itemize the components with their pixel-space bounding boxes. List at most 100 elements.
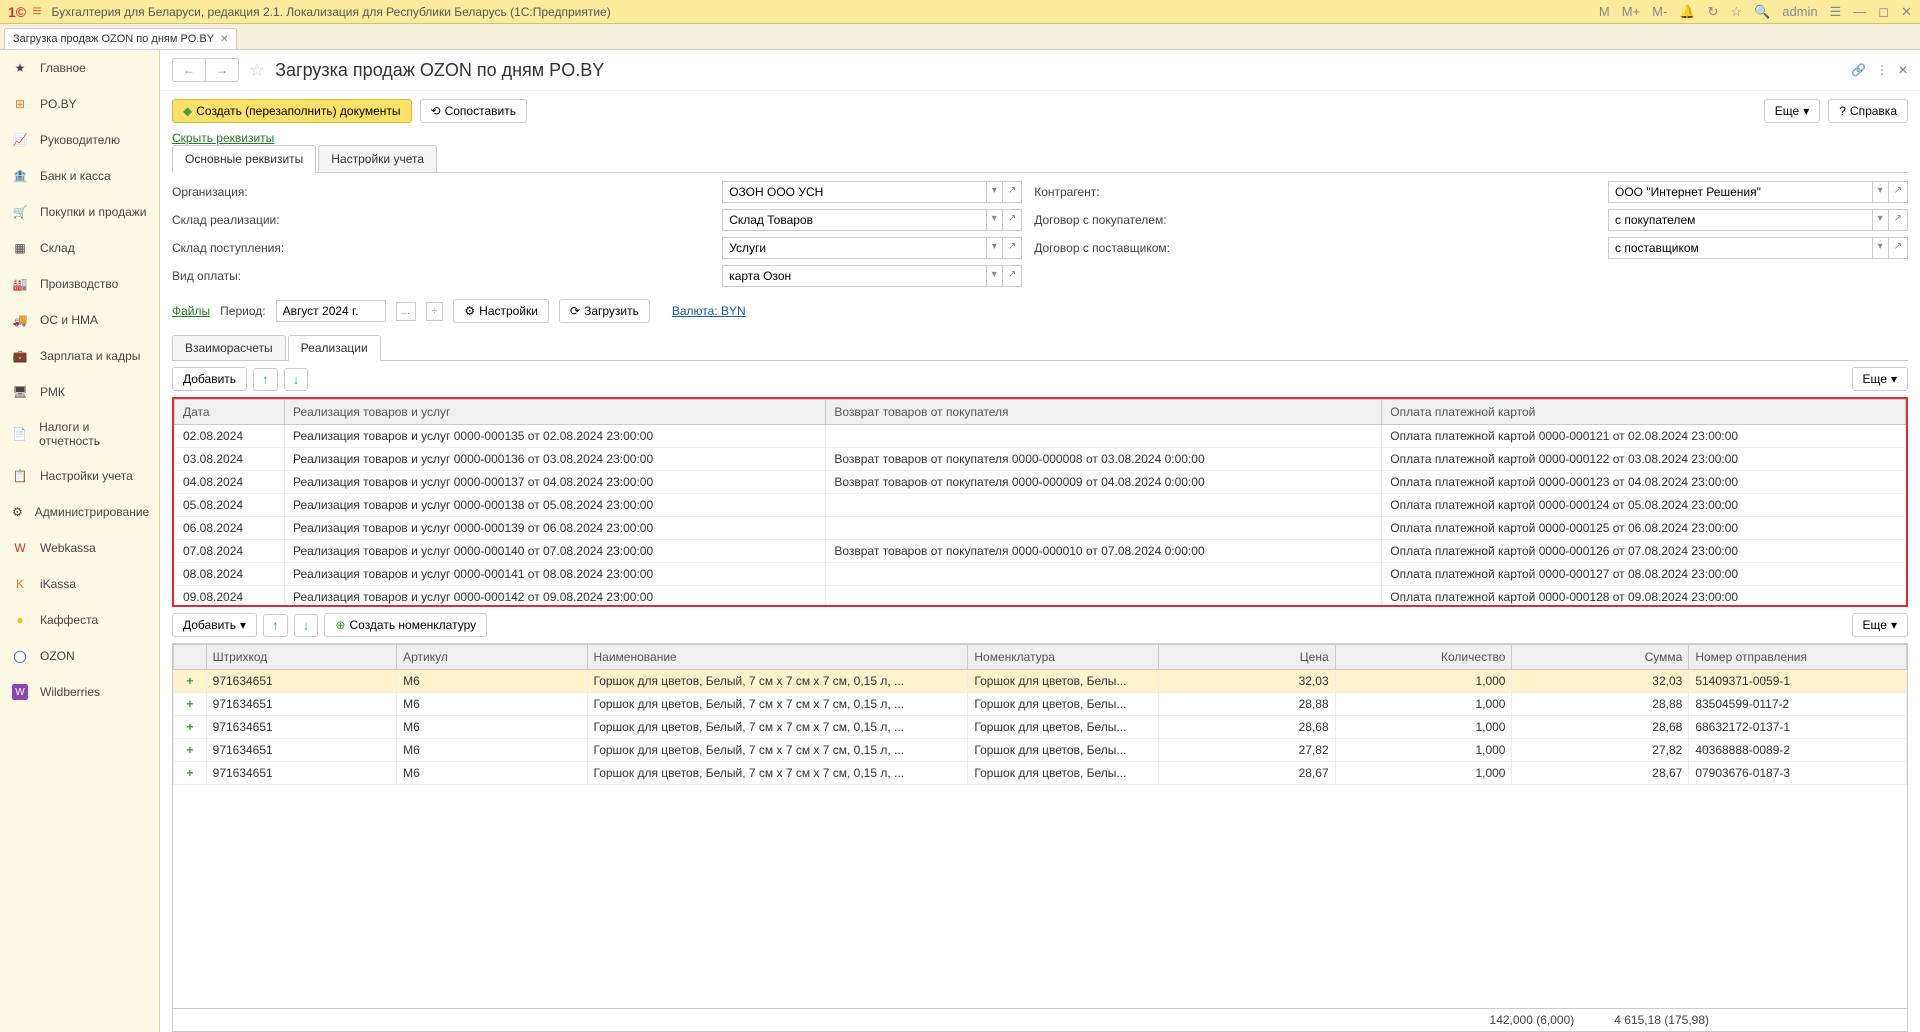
tab-main-details[interactable]: Основные реквизиты xyxy=(172,145,316,173)
sidebar-item-manager[interactable]: 📈Руководителю xyxy=(0,122,159,158)
dropdown-icon[interactable]: ▾ xyxy=(987,209,1003,231)
table-row[interactable]: 06.08.2024Реализация товаров и услуг 000… xyxy=(175,517,1906,540)
menu-icon[interactable]: ≡ xyxy=(32,3,41,21)
kebab-icon[interactable]: ⋮ xyxy=(1876,63,1888,77)
table-row[interactable]: +971634651M6Горшок для цветов, Белый, 7 … xyxy=(174,762,1907,785)
load-button[interactable]: ⟳ Загрузить xyxy=(559,299,650,323)
col-barcode[interactable]: Штрихкод xyxy=(206,645,396,670)
sidebar-item-bank[interactable]: 🏦Банк и касса xyxy=(0,158,159,194)
create-nomenclature-button[interactable]: ⊕ Создать номенклатуру xyxy=(324,613,487,637)
col-price[interactable]: Цена xyxy=(1158,645,1335,670)
period-picker-icon[interactable]: ... xyxy=(396,302,416,321)
close-page-icon[interactable]: ✕ xyxy=(1898,63,1908,77)
hide-details-link[interactable]: Скрыть реквизиты xyxy=(160,131,1920,145)
sklad-real-input[interactable] xyxy=(722,209,987,231)
sidebar-item-settings[interactable]: 📋Настройки учета xyxy=(0,458,159,494)
sidebar-item-ikassa[interactable]: KiKassa xyxy=(0,566,159,602)
sklad-post-input[interactable] xyxy=(722,237,987,259)
period-stepper-icon[interactable]: ÷ xyxy=(426,302,444,321)
table-row[interactable]: 04.08.2024Реализация товаров и услуг 000… xyxy=(175,471,1906,494)
dropdown-icon[interactable]: ▾ xyxy=(987,181,1003,203)
table-row[interactable]: 05.08.2024Реализация товаров и услуг 000… xyxy=(175,494,1906,517)
mem-mminus[interactable]: M- xyxy=(1652,4,1667,19)
col-real[interactable]: Реализация товаров и услуг xyxy=(285,400,826,425)
open-icon[interactable]: ↗ xyxy=(1003,265,1022,287)
open-icon[interactable]: ↗ xyxy=(1889,209,1908,231)
add-row-button[interactable]: Добавить xyxy=(172,367,247,391)
counter-input[interactable] xyxy=(1608,181,1873,203)
expand-icon[interactable]: + xyxy=(174,693,207,716)
settings-icon[interactable]: ☰ xyxy=(1830,4,1842,20)
col-nom[interactable]: Номенклатура xyxy=(968,645,1158,670)
table-row[interactable]: +971634651M6Горшок для цветов, Белый, 7 … xyxy=(174,716,1907,739)
sidebar-item-poby[interactable]: ⊞PO.BY xyxy=(0,86,159,122)
expand-icon[interactable]: + xyxy=(174,716,207,739)
nav-forward-icon[interactable]: → xyxy=(206,59,238,81)
expand-icon[interactable]: + xyxy=(174,739,207,762)
sidebar-item-os[interactable]: 🚚ОС и НМА xyxy=(0,302,159,338)
currency-link[interactable]: Валюта: BYN xyxy=(660,304,758,318)
col-pay[interactable]: Оплата платежной картой xyxy=(1382,400,1906,425)
search-icon[interactable]: 🔍 xyxy=(1754,4,1770,20)
tab-settlements[interactable]: Взаиморасчеты xyxy=(172,335,286,360)
sidebar-item-rmk[interactable]: 🖥РМК xyxy=(0,374,159,410)
more-button[interactable]: Еще ▾ xyxy=(1764,99,1820,123)
move-up-icon[interactable]: ↑ xyxy=(253,368,278,391)
move-down-icon[interactable]: ↓ xyxy=(294,614,319,637)
col-art[interactable]: Артикул xyxy=(397,645,587,670)
favorite-icon[interactable]: ☆ xyxy=(249,60,265,81)
tab-account-settings[interactable]: Настройки учета xyxy=(318,145,437,172)
mem-mplus[interactable]: M+ xyxy=(1622,4,1640,19)
move-up-icon[interactable]: ↑ xyxy=(263,614,288,637)
settings-button[interactable]: ⚙ Настройки xyxy=(453,299,549,323)
open-icon[interactable]: ↗ xyxy=(1889,237,1908,259)
mem-m[interactable]: M xyxy=(1599,4,1610,19)
open-icon[interactable]: ↗ xyxy=(1003,209,1022,231)
sidebar-item-webkassa[interactable]: WWebkassa xyxy=(0,530,159,566)
sidebar-item-wb[interactable]: WWildberries xyxy=(0,674,159,710)
pay-input[interactable] xyxy=(722,265,987,287)
dog-buyer-input[interactable] xyxy=(1608,209,1873,231)
more-button[interactable]: Еще ▾ xyxy=(1852,613,1908,637)
move-down-icon[interactable]: ↓ xyxy=(284,368,309,391)
col-ship[interactable]: Номер отправления xyxy=(1689,645,1907,670)
dropdown-icon[interactable]: ▾ xyxy=(987,265,1003,287)
table-row[interactable]: 08.08.2024Реализация товаров и услуг 000… xyxy=(175,563,1906,586)
table-row[interactable]: 03.08.2024Реализация товаров и услуг 000… xyxy=(175,448,1906,471)
tab-ozon-load[interactable]: Загрузка продаж OZON по дням PO.BY ✕ xyxy=(4,28,237,49)
table-row[interactable]: +971634651M6Горшок для цветов, Белый, 7 … xyxy=(174,670,1907,693)
expand-icon[interactable]: + xyxy=(174,762,207,785)
open-icon[interactable]: ↗ xyxy=(1003,237,1022,259)
col-qty[interactable]: Количество xyxy=(1335,645,1512,670)
dog-supplier-input[interactable] xyxy=(1608,237,1873,259)
more-button[interactable]: Еще ▾ xyxy=(1852,367,1908,391)
compare-button[interactable]: ⟲Сопоставить xyxy=(420,99,527,123)
close-icon[interactable]: ✕ xyxy=(1901,4,1912,20)
col-sum[interactable]: Сумма xyxy=(1512,645,1689,670)
sidebar-item-sales[interactable]: 🛒Покупки и продажи xyxy=(0,194,159,230)
history-icon[interactable]: ↻ xyxy=(1707,4,1718,20)
maximize-icon[interactable]: ◻ xyxy=(1878,4,1889,20)
bell-icon[interactable]: 🔔 xyxy=(1679,4,1695,20)
dropdown-icon[interactable]: ▾ xyxy=(1873,209,1889,231)
sidebar-item-admin[interactable]: ⚙Администрирование xyxy=(0,494,159,530)
table-row[interactable]: 07.08.2024Реализация товаров и услуг 000… xyxy=(175,540,1906,563)
star-icon[interactable]: ☆ xyxy=(1730,4,1742,20)
sidebar-item-salary[interactable]: 💼Зарплата и кадры xyxy=(0,338,159,374)
add-row-button[interactable]: Добавить ▾ xyxy=(172,613,257,637)
sidebar-item-warehouse[interactable]: ▦Склад xyxy=(0,230,159,266)
col-ret[interactable]: Возврат товаров от покупателя xyxy=(826,400,1382,425)
help-button[interactable]: ? Справка xyxy=(1828,99,1908,123)
period-input[interactable] xyxy=(276,300,386,322)
tab-close-icon[interactable]: ✕ xyxy=(220,34,228,45)
open-icon[interactable]: ↗ xyxy=(1889,181,1908,203)
open-icon[interactable]: ↗ xyxy=(1003,181,1022,203)
sidebar-item-main[interactable]: ★Главное xyxy=(0,50,159,86)
table-row[interactable]: +971634651M6Горшок для цветов, Белый, 7 … xyxy=(174,693,1907,716)
tab-realizations[interactable]: Реализации xyxy=(288,335,381,361)
sidebar-item-ozon[interactable]: ◯OZON xyxy=(0,638,159,674)
files-link[interactable]: Файлы xyxy=(172,304,210,318)
create-documents-button[interactable]: ◆Создать (перезаполнить) документы xyxy=(172,99,412,123)
dropdown-icon[interactable]: ▾ xyxy=(987,237,1003,259)
expand-icon[interactable]: + xyxy=(174,670,207,693)
